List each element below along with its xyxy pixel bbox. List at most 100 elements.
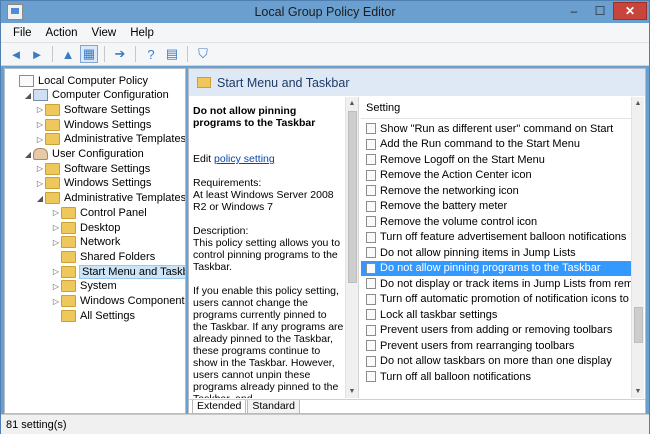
expand-arrow-icon[interactable]: ◢ [23, 91, 33, 100]
setting-row[interactable]: Show "Run as different user" command on … [361, 121, 631, 136]
forward-arrow-icon[interactable]: ► [28, 45, 46, 63]
tree-node[interactable]: ▷ Control Panel [51, 205, 147, 220]
setting-label: Add the Run command to the Start Menu [380, 138, 580, 150]
setting-row[interactable]: Remove the battery meter [361, 199, 631, 214]
setting-row[interactable]: Do not allow taskbars on more than one d… [361, 354, 631, 369]
tree-node-label: All Settings [80, 309, 136, 322]
menu-help[interactable]: Help [123, 27, 161, 39]
expand-arrow-icon[interactable]: ▷ [35, 120, 45, 129]
expand-arrow-icon[interactable]: ▷ [51, 282, 61, 291]
setting-row[interactable]: Turn off all balloon notifications [361, 369, 631, 384]
setting-row[interactable]: Remove the networking icon [361, 183, 631, 198]
setting-row[interactable]: Remove the volume control icon [361, 214, 631, 229]
column-header-setting[interactable]: Setting [361, 97, 631, 119]
tree-node[interactable]: ▷ Software Settings [35, 102, 150, 117]
pane-header: Start Menu and Taskbar [189, 69, 645, 96]
description-text: Do not allow pinning programs to the Tas… [193, 105, 344, 398]
setting-row[interactable]: Add the Run command to the Start Menu [361, 137, 631, 152]
setting-row[interactable]: Prevent users from adding or removing to… [361, 323, 631, 338]
list-scrollbar[interactable]: ▲ ▼ [631, 97, 644, 398]
tree-node[interactable]: ▷ Desktop [51, 220, 120, 235]
folder-icon [197, 77, 211, 88]
folder-icon [45, 118, 60, 131]
navigation-tree[interactable]: Local Computer Policy ◢ Computer Configura… [4, 68, 186, 414]
export-list-icon[interactable]: ➔ [111, 45, 129, 63]
setting-row[interactable]: Turn off automatic promotion of notifica… [361, 292, 631, 307]
tree-node[interactable]: ▷ Start Menu and Taskbar [51, 264, 185, 279]
expand-arrow-icon[interactable]: ▷ [51, 267, 61, 276]
expand-arrow-icon[interactable]: ▷ [51, 297, 61, 306]
back-arrow-icon[interactable]: ◄ [7, 45, 25, 63]
filter-icon[interactable]: ⛉ [194, 45, 212, 63]
tree-node[interactable]: ▷ System [51, 279, 117, 294]
expand-arrow-icon[interactable]: ▷ [35, 105, 45, 114]
scroll-thumb[interactable] [634, 307, 643, 343]
menu-action[interactable]: Action [39, 27, 85, 39]
tree-node[interactable]: ◢ Administrative Templates [35, 191, 185, 206]
description-scrollbar[interactable]: ▲ ▼ [345, 97, 358, 398]
tree-node[interactable]: ◢ User Configuration [23, 147, 144, 162]
menu-file[interactable]: File [6, 27, 39, 39]
scroll-up-arrow-icon[interactable]: ▲ [632, 97, 644, 110]
setting-row[interactable]: Do not allow pinning items in Jump Lists [361, 245, 631, 260]
details-pane: Start Menu and Taskbar Do not allow pinn… [188, 68, 646, 414]
tree-node[interactable]: ▷ Windows Components [51, 294, 185, 309]
setting-row[interactable]: Turn off feature advertisement balloon n… [361, 230, 631, 245]
scroll-up-arrow-icon[interactable]: ▲ [346, 97, 358, 110]
setting-row[interactable]: Remove Logoff on the Start Menu [361, 152, 631, 167]
setting-row[interactable]: Prevent users from rearranging toolbars [361, 338, 631, 353]
scroll-down-arrow-icon[interactable]: ▼ [346, 385, 358, 398]
tree-node[interactable]: ▷ Software Settings [35, 161, 150, 176]
tree-node-label: Computer Configuration [52, 89, 169, 102]
setting-row[interactable]: Do not display or track items in Jump Li… [361, 276, 631, 291]
tree-node[interactable]: ▷ Windows Settings [35, 176, 151, 191]
expand-arrow-icon[interactable]: ▷ [51, 208, 61, 217]
scroll-thumb[interactable] [348, 111, 357, 283]
tree-node[interactable]: Local Computer Policy [9, 73, 148, 88]
policy-setting-icon [366, 309, 376, 320]
up-folder-icon[interactable]: ▲ [59, 45, 77, 63]
setting-label: Turn off automatic promotion of notifica… [380, 293, 631, 305]
setting-label: Turn off feature advertisement balloon n… [380, 231, 627, 243]
tree-node[interactable]: ◢ Computer Configuration [23, 88, 169, 103]
expand-arrow-icon[interactable]: ◢ [23, 150, 33, 159]
policy-setting-icon [366, 185, 376, 196]
toolbar-separator [104, 46, 105, 62]
policy-setting-icon [366, 278, 376, 289]
tree-node-label: System [80, 280, 117, 293]
expand-arrow-icon[interactable]: ▷ [35, 135, 45, 144]
help-icon[interactable]: ? [142, 45, 160, 63]
policy-setting-icon [366, 216, 376, 227]
description-label: Description: [193, 225, 249, 237]
properties-icon[interactable]: ▤ [163, 45, 181, 63]
close-button[interactable]: ✕ [613, 2, 647, 20]
folder-icon [61, 236, 76, 249]
tree-node[interactable]: All Settings [51, 308, 135, 323]
scroll-down-arrow-icon[interactable]: ▼ [632, 385, 644, 398]
minimize-button[interactable]: – [561, 2, 587, 20]
expand-arrow-icon[interactable]: ▷ [51, 223, 61, 232]
expand-arrow-icon[interactable]: ▷ [35, 179, 45, 188]
menu-view[interactable]: View [85, 27, 124, 39]
tree-node[interactable]: ▷ Network [51, 235, 120, 250]
expand-arrow-icon[interactable]: ▷ [35, 164, 45, 173]
folder-icon [61, 280, 76, 293]
setting-row[interactable]: Do not allow pinning programs to the Tas… [361, 260, 631, 276]
description-body: This policy setting allows you to contro… [193, 237, 341, 273]
tab-standard[interactable]: Standard [247, 400, 300, 414]
expand-arrow-icon[interactable]: ◢ [35, 194, 45, 203]
title-bar[interactable]: Local Group Policy Editor – ☐ ✕ [1, 1, 649, 23]
maximize-button[interactable]: ☐ [587, 2, 613, 20]
setting-row[interactable]: Remove the Action Center icon [361, 168, 631, 183]
setting-label: Do not allow pinning items in Jump Lists [380, 246, 576, 259]
setting-label: Remove the Action Center icon [380, 169, 532, 181]
tab-extended[interactable]: Extended [192, 400, 247, 414]
setting-row[interactable]: Lock all taskbar settings [361, 307, 631, 322]
expand-arrow-icon[interactable]: ▷ [51, 238, 61, 247]
tree-node[interactable]: ▷ Administrative Templates [35, 132, 185, 147]
tree-node[interactable]: ▷ Windows Settings [35, 117, 151, 132]
policy-setting-icon [366, 355, 376, 367]
edit-policy-link[interactable]: policy setting [214, 153, 275, 165]
tree-node[interactable]: Shared Folders [51, 249, 155, 264]
show-tree-icon[interactable]: ▦ [80, 45, 98, 63]
